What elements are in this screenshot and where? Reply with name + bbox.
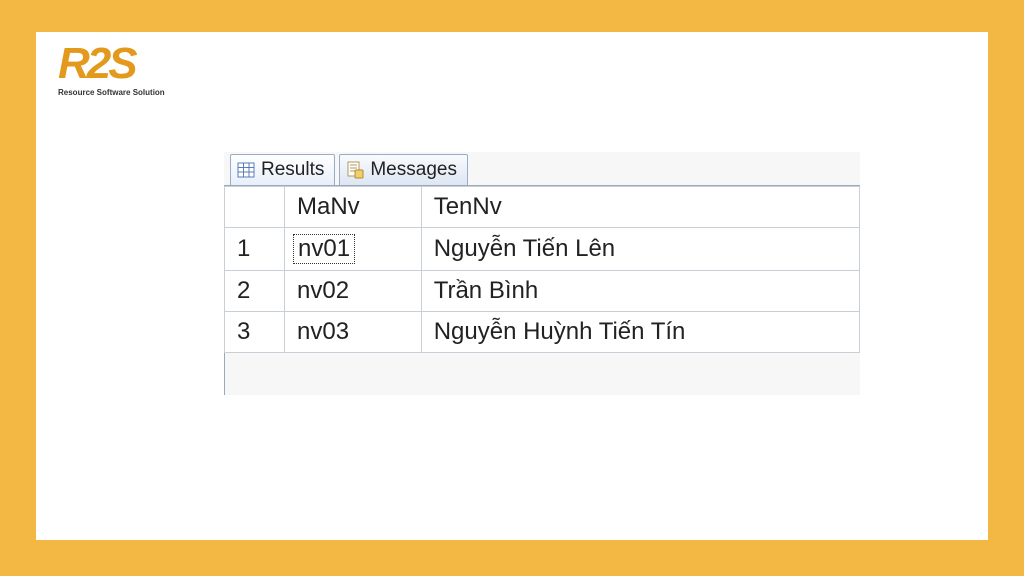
- document-db-icon: [346, 161, 364, 179]
- col-header-manv[interactable]: MaNv: [285, 187, 422, 228]
- cell-manv[interactable]: nv02: [285, 271, 422, 312]
- grid-trailer: [224, 353, 860, 395]
- tab-messages-label: Messages: [370, 159, 457, 181]
- table-row[interactable]: 3 nv03 Nguyễn Huỳnh Tiến Tín: [225, 312, 860, 353]
- results-pane: Results Messages MaNv TenNv: [224, 152, 860, 395]
- result-grid[interactable]: MaNv TenNv 1 nv01 Nguyễn Tiến Lên 2 nv02…: [224, 186, 860, 353]
- cell-tennv[interactable]: Nguyễn Tiến Lên: [421, 228, 859, 271]
- row-header-blank: [225, 187, 285, 228]
- logo-tagline: Resource Software Solution: [58, 88, 165, 97]
- selected-cell: nv01: [293, 234, 355, 264]
- table-row[interactable]: 1 nv01 Nguyễn Tiến Lên: [225, 228, 860, 271]
- cell-tennv[interactable]: Trần Bình: [421, 271, 859, 312]
- card: R2S Resource Software Solution Results: [36, 32, 988, 540]
- logo-text: R2S: [58, 42, 135, 86]
- row-num[interactable]: 1: [225, 228, 285, 271]
- tab-bar: Results Messages: [224, 152, 860, 186]
- logo: R2S Resource Software Solution: [58, 42, 165, 97]
- row-num[interactable]: 2: [225, 271, 285, 312]
- row-num[interactable]: 3: [225, 312, 285, 353]
- grid-icon: [237, 161, 255, 179]
- cell-manv[interactable]: nv03: [285, 312, 422, 353]
- tab-messages[interactable]: Messages: [339, 154, 468, 185]
- table-row[interactable]: 2 nv02 Trần Bình: [225, 271, 860, 312]
- tab-results-label: Results: [261, 159, 324, 181]
- tab-results[interactable]: Results: [230, 154, 335, 185]
- cell-manv[interactable]: nv01: [285, 228, 422, 271]
- cell-tennv[interactable]: Nguyễn Huỳnh Tiến Tín: [421, 312, 859, 353]
- col-header-tennv[interactable]: TenNv: [421, 187, 859, 228]
